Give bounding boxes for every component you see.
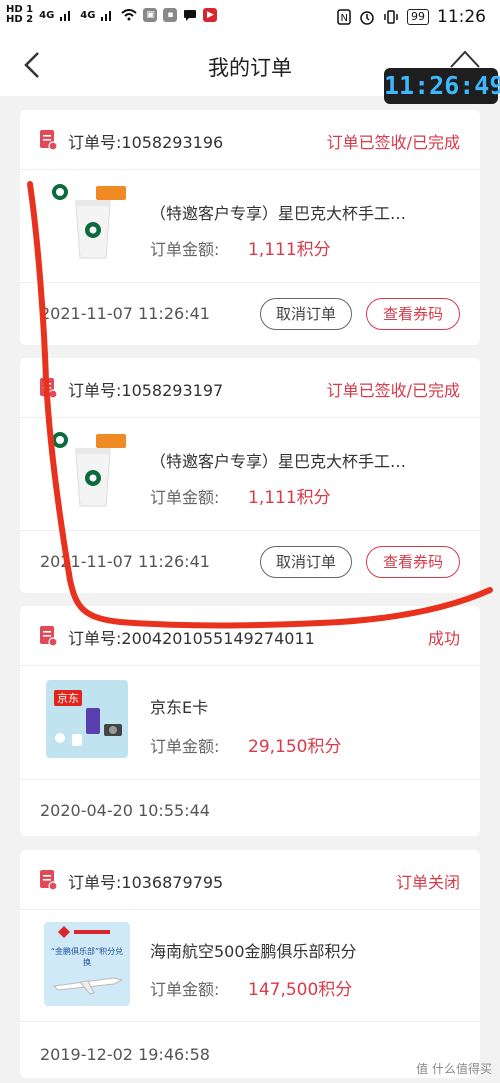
order-card[interactable]: 订单号:2004201055149274011 成功 京东 京东E卡 订单金额:… [20,606,480,836]
signal-icon [60,11,71,21]
order-header: 订单号:1036879795 订单关闭 [20,850,480,910]
starbucks-cup-image [46,182,128,260]
order-header: 订单号:1058293196 订单已签收/已完成 [20,110,480,170]
product-name: 京东E卡 [150,698,209,717]
image-notification-icon: ▪ [163,8,178,22]
cancel-order-button[interactable]: 取消订单 [260,298,352,330]
svg-text:N: N [341,13,348,24]
divider [20,1021,480,1022]
amount-label: 订单金额: [150,488,220,507]
product-thumbnail[interactable] [46,430,128,508]
order-status: 成功 [427,629,460,648]
order-card[interactable]: 订单号:1058293197 订单已签收/已完成 （特邀客户专享）星巴克大杯手工… [20,358,480,593]
thumbnail-brand-text: 京东 [54,690,82,706]
amount-label: 订单金额: [150,240,220,259]
status-bar: HD 1 HD 2 4G 4G ▣ ▪ ▶ N 99 11:26 [0,0,500,34]
watermark-text: 值 什么值得买 [416,1062,492,1076]
amount-label: 订单金额: [150,737,220,756]
app-notification-icon: ▣ [143,8,158,22]
floating-clock-overlay: 11:26:49 [384,68,500,104]
order-date: 2019-12-02 19:46:58 [40,1045,210,1064]
view-voucher-button[interactable]: 查看券码 [366,546,460,578]
order-amount: 147,500积分 [248,980,353,1000]
product-thumbnail[interactable]: “金鹏俱乐部”积分兑换 [44,922,130,1006]
signal-icon [101,11,112,21]
order-card[interactable]: 订单号:1058293196 订单已签收/已完成 （特邀客户专享）星巴克大杯手工… [20,110,480,345]
amount-label: 订单金额: [150,980,220,999]
order-doc-icon [40,130,58,151]
wifi-icon [121,9,138,21]
chevron-up-icon[interactable] [448,48,482,70]
order-status: 订单关闭 [395,873,460,892]
app-red-notification-icon: ▶ [203,8,218,22]
nfc-icon: N [337,9,351,25]
cancel-order-button[interactable]: 取消订单 [260,546,352,578]
order-date: 2021-11-07 11:26:41 [40,552,210,571]
battery-indicator: 99 [407,9,429,25]
status-time: 11:26 [437,7,486,27]
order-number: 订单号:1058293196 [68,133,224,152]
divider [20,282,480,283]
order-amount: 1,111积分 [248,488,331,508]
divider [20,530,480,531]
network-label-2: 4G [80,9,96,21]
order-doc-icon [40,378,58,399]
starbucks-cup-image [46,430,128,508]
product-name: 海南航空500金鹏俱乐部积分 [150,942,357,961]
product-thumbnail[interactable]: 京东 [46,680,128,758]
order-number: 订单号:1036879795 [68,873,224,892]
message-icon [184,9,197,21]
vibrate-icon [384,10,398,24]
order-card[interactable]: 订单号:1036879795 订单关闭 “金鹏俱乐部”积分兑换 海南航空500金… [20,850,480,1078]
order-header: 订单号:2004201055149274011 成功 [20,606,480,666]
order-status: 订单已签收/已完成 [326,133,460,152]
network-label: 4G [39,9,55,21]
sim2-label: HD 2 [6,14,34,25]
sim-indicators: HD 1 HD 2 [6,5,33,25]
product-name: （特邀客户专享）星巴克大杯手工… [150,452,407,471]
order-amount: 1,111积分 [248,240,331,260]
order-amount: 29,150积分 [248,737,342,757]
order-date: 2021-11-07 11:26:41 [40,304,210,323]
order-doc-icon [40,870,58,891]
divider [20,779,480,780]
product-name: （特邀客户专享）星巴克大杯手工… [150,204,407,223]
alarm-icon [360,11,374,25]
order-number: 订单号:1058293197 [68,381,224,400]
order-header: 订单号:1058293197 订单已签收/已完成 [20,358,480,418]
order-date: 2020-04-20 10:55:44 [40,801,210,820]
product-thumbnail[interactable] [46,182,128,260]
order-number: 订单号:2004201055149274011 [68,629,315,648]
view-voucher-button[interactable]: 查看券码 [366,298,460,330]
order-status: 订单已签收/已完成 [326,381,460,400]
thumbnail-promo-text: “金鹏俱乐部”积分兑换 [50,947,124,967]
order-doc-icon [40,626,58,647]
